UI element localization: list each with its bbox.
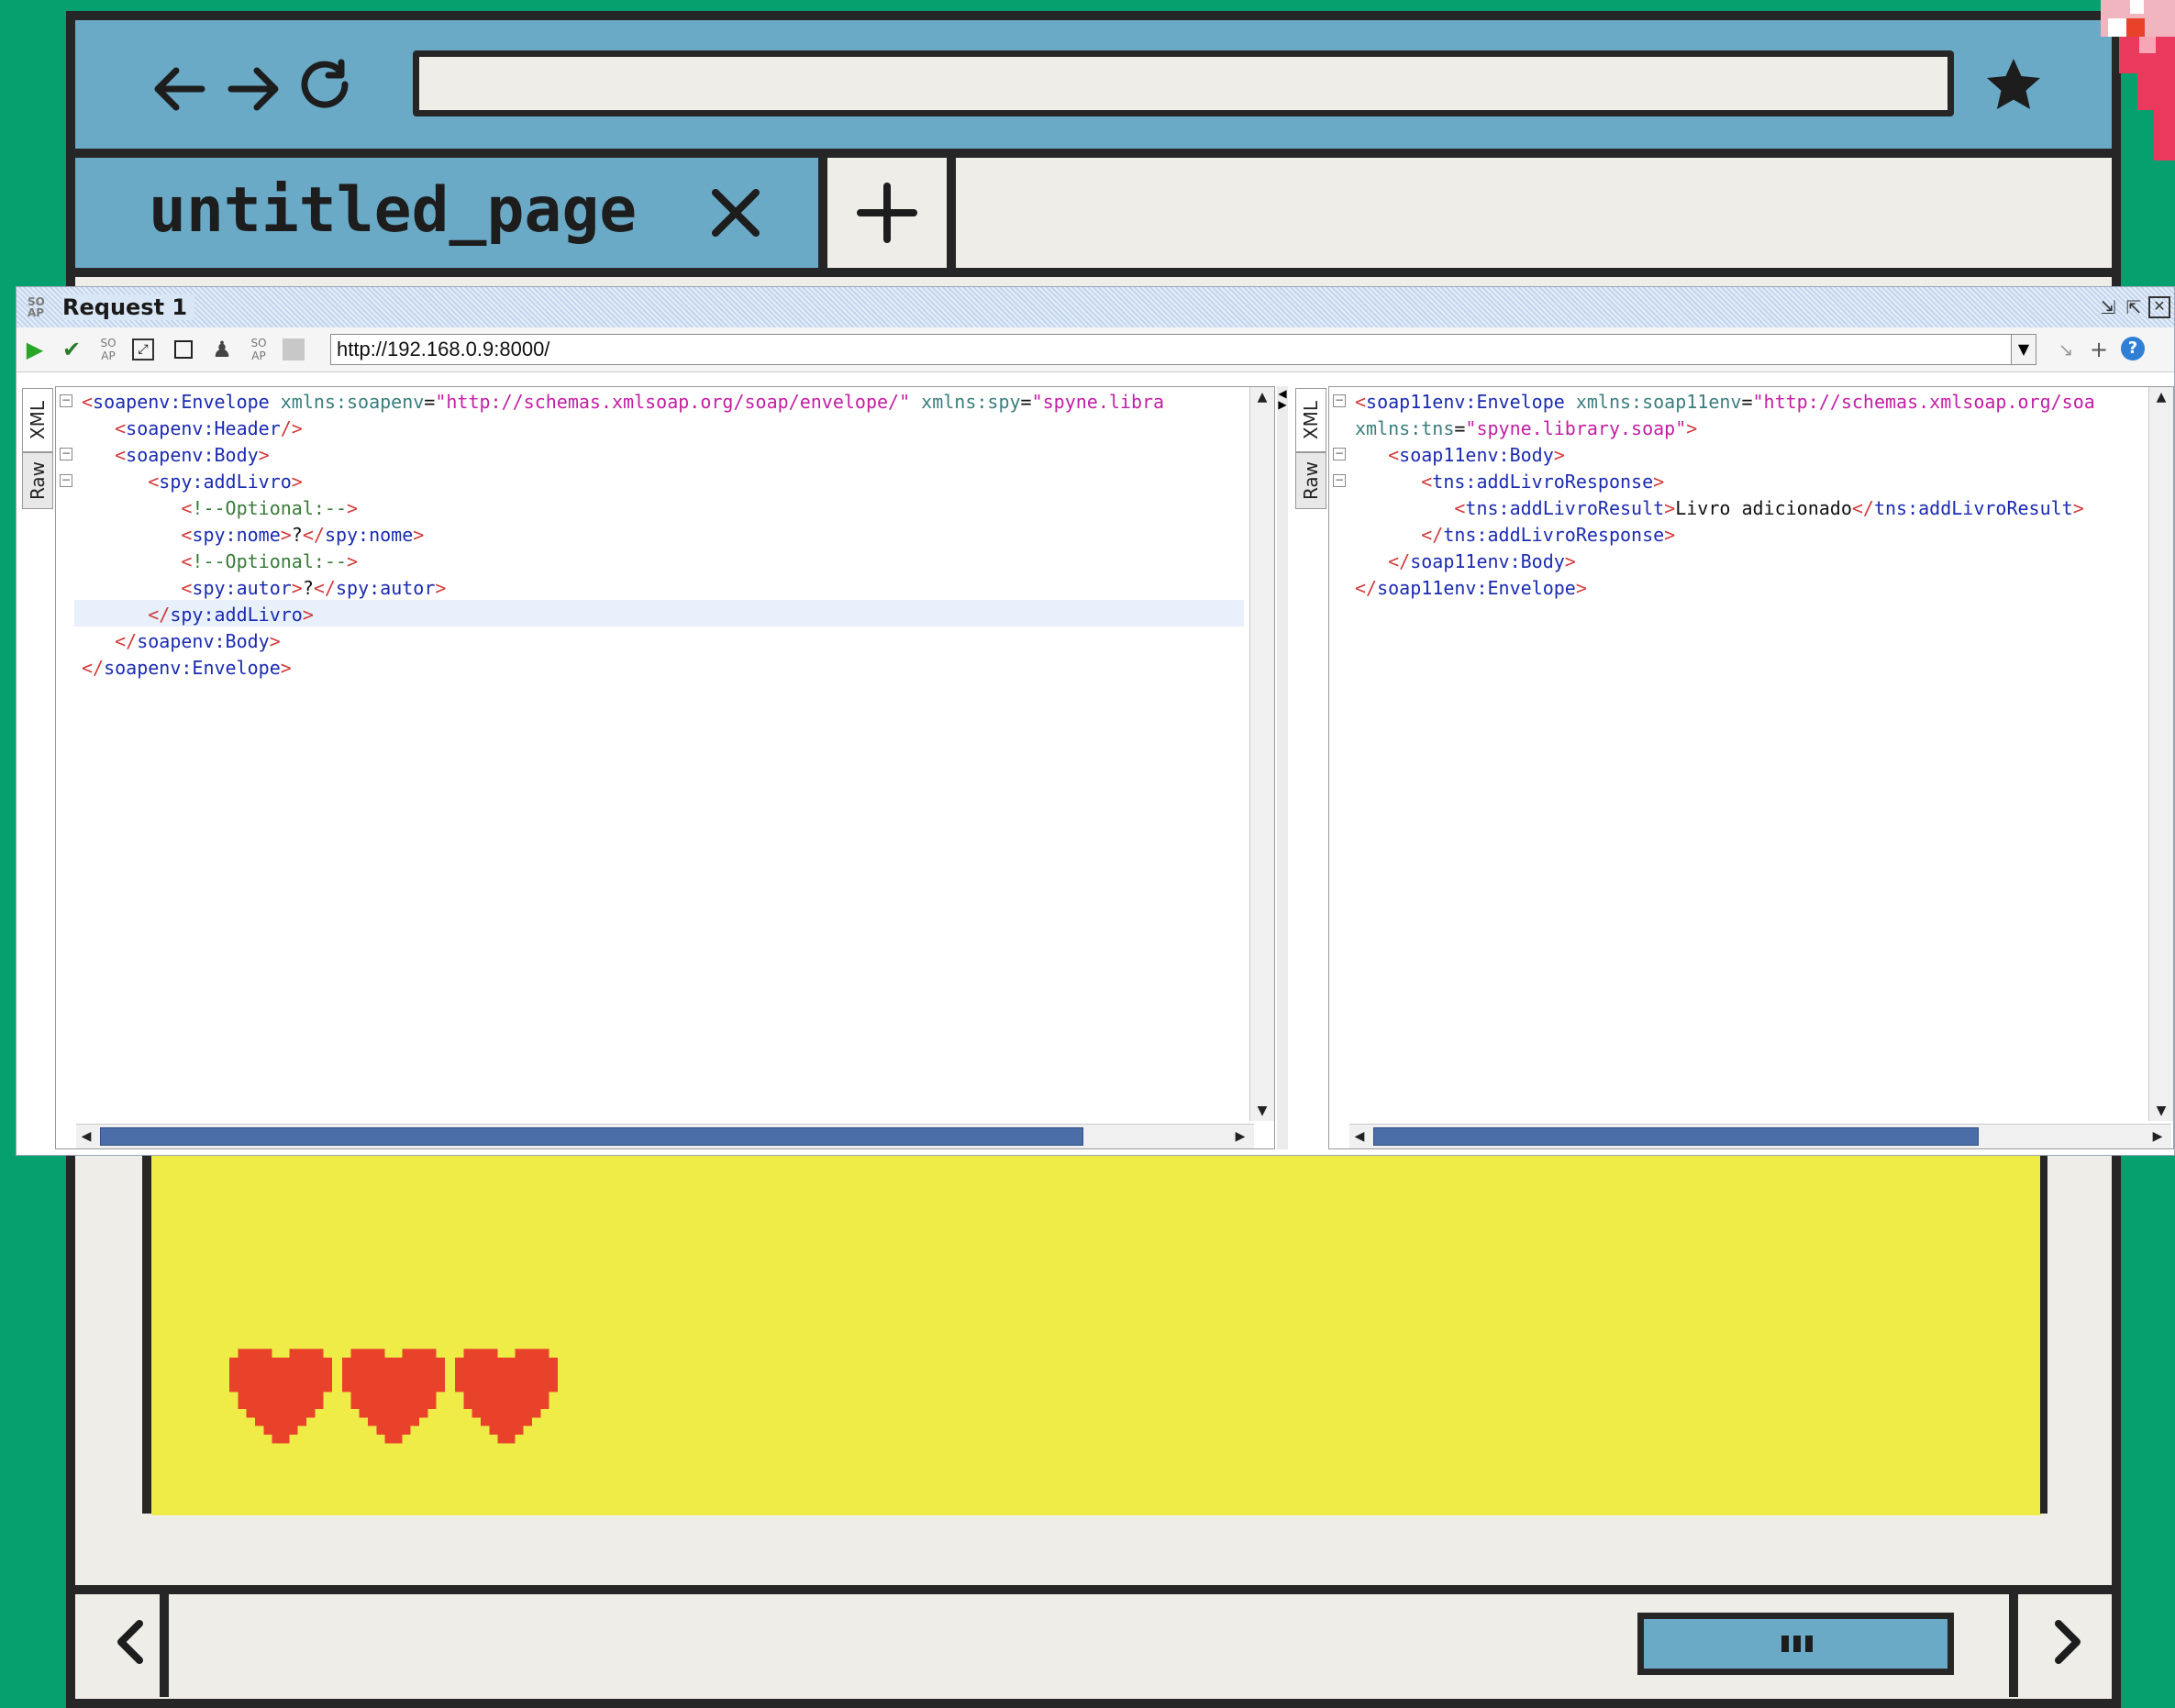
- tab-xml[interactable]: XML: [1295, 388, 1326, 452]
- request-view-tabs: XML Raw: [22, 388, 53, 526]
- horizontal-scrollbar[interactable]: ◀ ▶: [76, 1124, 1254, 1148]
- tab-raw[interactable]: Raw: [22, 452, 53, 509]
- fold-toggle[interactable]: −: [60, 394, 72, 407]
- tab-active[interactable]: untitled_page: [75, 158, 827, 268]
- code-line: <!--Optional:-->: [181, 550, 359, 572]
- code-line: </soap11env:Envelope>: [1355, 577, 1587, 599]
- request-editor[interactable]: − − − <soapenv:Envelope xmlns:soapenv="h…: [55, 386, 1275, 1149]
- minimize-icon[interactable]: ⇲: [2097, 296, 2119, 318]
- page-content: [151, 1137, 2041, 1515]
- heart-icon: [342, 1348, 445, 1444]
- user-icon[interactable]: ♟: [209, 337, 235, 362]
- chevron-right-icon[interactable]: [2038, 1614, 2093, 1669]
- frame-icon[interactable]: ⤢: [132, 338, 154, 360]
- soap-icon[interactable]: SO AP: [246, 337, 272, 362]
- scroll-left-icon[interactable]: ◀: [1349, 1126, 1370, 1147]
- code-line: <soapenv:Body>: [115, 444, 270, 466]
- response-editor[interactable]: − − − <soap11env:Envelope xmlns:soap11en…: [1328, 386, 2174, 1149]
- bottom-divider: [66, 1585, 2121, 1594]
- code-line: </soapenv:Envelope>: [82, 657, 292, 679]
- plus-icon: [857, 183, 917, 243]
- code-line: </soap11env:Body>: [1388, 550, 1576, 572]
- tab-raw[interactable]: Raw: [1295, 452, 1326, 509]
- scroll-down-icon[interactable]: ▼: [2151, 1101, 2171, 1121]
- code-line: <soapenv:Envelope xmlns:soapenv="http://…: [82, 391, 1165, 413]
- fold-toggle[interactable]: −: [1333, 474, 1346, 487]
- horizontal-scroll-thumb[interactable]: [1637, 1613, 1954, 1675]
- scroll-down-icon[interactable]: ▼: [1252, 1101, 1272, 1121]
- response-code: <soap11env:Envelope xmlns:soap11env="htt…: [1355, 389, 2144, 1114]
- play-icon[interactable]: ▶: [22, 337, 48, 362]
- soap-icon[interactable]: SO AP: [95, 337, 121, 362]
- star-icon[interactable]: [1981, 53, 2046, 117]
- code-line: <spy:addLivro>: [148, 471, 303, 493]
- request-code: <soapenv:Envelope xmlns:soapenv="http://…: [82, 389, 1247, 1114]
- arrow-left-icon[interactable]: [149, 57, 213, 121]
- scroll-up-icon[interactable]: ▲: [2151, 387, 2171, 407]
- code-line: <soap11env:Envelope xmlns:soap11env="htt…: [1355, 391, 2095, 413]
- code-line: </soapenv:Body>: [115, 630, 281, 652]
- soap-logo-icon: SO AP: [28, 295, 45, 319]
- content-border-right: [2040, 1137, 2047, 1514]
- chevron-down-icon[interactable]: ▼: [2011, 335, 2036, 364]
- help-icon[interactable]: ?: [2121, 337, 2145, 360]
- address-bar[interactable]: [413, 50, 1954, 116]
- cursor-icon: [2101, 0, 2175, 161]
- grip-icon: [1781, 1636, 1813, 1652]
- scroll-up-icon[interactable]: ▲: [1252, 387, 1272, 407]
- tab-title: untitled_page: [149, 174, 638, 247]
- content-border-left: [142, 1137, 151, 1514]
- scroll-left-icon[interactable]: ◀: [76, 1126, 96, 1147]
- fold-toggle[interactable]: −: [60, 448, 72, 460]
- code-line: </tns:addLivroResponse>: [1421, 524, 1676, 546]
- separator: [2009, 1594, 2018, 1697]
- code-line: <soap11env:Body>: [1388, 444, 1565, 466]
- code-line: xmlns:tns="spyne.library.soap">: [1355, 417, 1698, 439]
- refresh-icon[interactable]: [294, 57, 358, 121]
- horizontal-scrollbar[interactable]: ◀ ▶: [1349, 1124, 2171, 1148]
- arrow-right-icon[interactable]: [220, 57, 284, 121]
- heart-icon: [229, 1348, 332, 1444]
- fold-toggle[interactable]: −: [1333, 448, 1346, 460]
- fold-gutter: − − −: [1329, 387, 1349, 1121]
- vertical-scrollbar[interactable]: ▲ ▼: [1249, 387, 1274, 1121]
- fold-toggle[interactable]: −: [1333, 394, 1346, 407]
- fold-toggle[interactable]: −: [60, 474, 72, 487]
- response-view-tabs: XML Raw: [1295, 388, 1326, 526]
- scroll-thumb[interactable]: [100, 1127, 1083, 1146]
- splitter[interactable]: ◀ ▶: [1277, 386, 1288, 1149]
- chevron-left-icon[interactable]: [105, 1614, 160, 1669]
- scroll-thumb[interactable]: [1373, 1127, 1979, 1146]
- soap-toolbar: ▶ ✔ SO AP ⤢ ♟ SO AP http://192.168.0.9:800…: [17, 327, 2174, 372]
- code-line: <tns:addLivroResponse>: [1421, 471, 1665, 493]
- new-tab-button[interactable]: [827, 158, 956, 268]
- code-line: <tns:addLivroResult>Livro adicionado</tn…: [1454, 497, 2084, 519]
- stop-icon[interactable]: [283, 338, 305, 360]
- soap-title: Request 1: [62, 294, 195, 320]
- fold-gutter: − − −: [56, 387, 76, 1121]
- code-line: <spy:autor>?</spy:autor>: [181, 577, 447, 599]
- endpoint-field[interactable]: http://192.168.0.9:8000/ ▼: [330, 334, 2036, 365]
- heart-icon: [455, 1348, 558, 1444]
- code-line: <!--Optional:-->: [181, 497, 359, 519]
- scroll-right-icon[interactable]: ▶: [2147, 1126, 2168, 1147]
- endpoint-value: http://192.168.0.9:8000/: [337, 338, 550, 360]
- validate-icon[interactable]: ✔: [59, 337, 84, 362]
- vertical-scrollbar[interactable]: ▲ ▼: [2148, 387, 2173, 1121]
- square-icon[interactable]: [174, 340, 193, 359]
- close-icon[interactable]: [708, 185, 763, 240]
- code-line: <spy:nome>?</spy:nome>: [181, 524, 425, 546]
- soap-title-bar: SO AP Request 1 ⇲ ⇱ ✕: [17, 287, 2174, 328]
- tool-icon[interactable]: ↘: [2053, 337, 2079, 362]
- soap-request-window: SO AP Request 1 ⇲ ⇱ ✕ ▶ ✔ SO AP ⤢ ♟ SO AP h…: [16, 286, 2175, 1156]
- scroll-right-icon[interactable]: ▶: [1230, 1126, 1250, 1147]
- separator: [160, 1594, 169, 1697]
- code-line: <soapenv:Header/>: [115, 417, 303, 439]
- add-icon[interactable]: +: [2086, 337, 2112, 362]
- code-line: </spy:addLivro>: [148, 604, 314, 626]
- tab-xml[interactable]: XML: [22, 388, 53, 452]
- maximize-icon[interactable]: ⇱: [2123, 296, 2145, 318]
- close-window-icon[interactable]: ✕: [2148, 296, 2170, 318]
